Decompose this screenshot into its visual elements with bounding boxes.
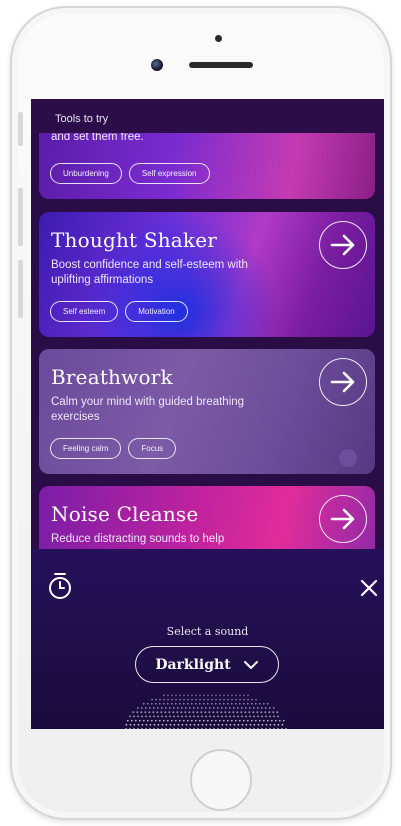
card-title: Thought Shaker [51,228,218,252]
tag-list: Unburdening Self expression [50,163,210,184]
arrow-right-icon [330,371,355,393]
volume-down-button [18,260,23,318]
open-thought-shaker-button[interactable] [319,221,367,269]
card-title: Breathwork [51,365,173,389]
selected-sound: Darklight [155,656,231,673]
chevron-down-icon [243,660,258,669]
volume-up-button [18,188,23,246]
arrow-right-icon [330,234,355,256]
proximity-sensor [215,35,222,42]
tag-feeling-calm[interactable]: Feeling calm [50,438,122,459]
card-description: Calm your mind with guided breathing exe… [51,396,245,423]
tag-self-expression[interactable]: Self expression [128,163,210,184]
close-button[interactable] [358,577,380,599]
tool-card-breathwork[interactable]: Breathwork Calm your mind with guided br… [39,349,375,474]
earpiece-speaker [189,62,253,68]
tag-list: Self esteem Motivation [50,301,188,322]
tag-self-esteem[interactable]: Self esteem [50,301,119,322]
tool-card-thought-shaker[interactable]: Thought Shaker Boost confidence and self… [39,212,375,337]
front-camera [151,59,163,71]
open-breathwork-button[interactable] [319,358,367,406]
card-title: Noise Cleanse [51,502,199,526]
timer-button[interactable] [47,571,73,601]
decorative-dot [339,449,357,467]
timer-icon [49,573,71,599]
card-description: Boost confidence and self-esteem with up… [51,259,248,286]
app-screen: and set them free. Unburdening Self expr… [31,99,384,729]
mute-switch [18,112,23,146]
sound-player-panel: Select a sound Darklight [31,549,384,729]
card-description: Reduce distracting sounds to help [51,533,225,545]
tag-motivation[interactable]: Motivation [125,301,188,322]
sound-dropdown[interactable]: Darklight [135,646,279,683]
open-noise-cleanse-button[interactable] [319,495,367,543]
select-sound-label: Select a sound [166,625,249,638]
home-button[interactable] [190,749,252,811]
tag-unburdening[interactable]: Unburdening [50,163,122,184]
close-icon [360,579,378,597]
section-title: Tools to try [55,113,109,125]
tag-list: Feeling calm Focus [50,438,177,459]
sound-visualizer [125,694,287,729]
tag-focus[interactable]: Focus [128,438,177,459]
arrow-right-icon [330,508,355,530]
section-header: Tools to try [31,99,384,133]
